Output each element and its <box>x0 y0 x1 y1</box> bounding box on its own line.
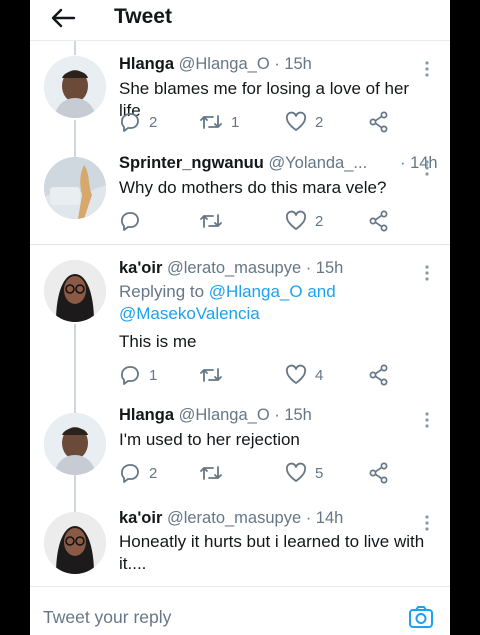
tweet-text-line: it.... <box>119 554 147 573</box>
tweet-text: Honeatly it hurts but i learned to live … <box>119 531 429 575</box>
retweet-count: 1 <box>231 113 240 131</box>
tweet-text-line: Honeatly it hurts but i learned to live … <box>119 532 425 551</box>
tweet-actions: 1 4 <box>119 364 409 386</box>
like-count: 4 <box>315 366 324 384</box>
reply-icon <box>121 366 139 385</box>
reply-input[interactable]: Tweet your reply <box>43 607 171 628</box>
share-button[interactable] <box>369 364 389 386</box>
display-name[interactable]: ka'oir <box>119 509 162 527</box>
back-arrow-icon[interactable] <box>48 6 78 30</box>
replying-to: Replying to @Hlanga_O and @MasekoValenci… <box>119 281 429 325</box>
more-icon[interactable] <box>424 515 430 531</box>
display-name[interactable]: Sprinter_ngwanuu <box>119 154 264 172</box>
display-name[interactable]: Hlanga <box>119 406 174 424</box>
retweet-icon <box>200 214 222 228</box>
reply-icon <box>121 113 139 132</box>
thread-line <box>74 400 76 413</box>
user-handle: @Hlanga_O · 15h <box>178 406 312 424</box>
share-button[interactable] <box>369 462 389 484</box>
share-icon <box>369 210 388 232</box>
like-count: 2 <box>315 113 324 131</box>
avatar[interactable] <box>44 512 106 574</box>
tweet[interactable]: Sprinter_ngwanuu @Yolanda_... · 14h Why … <box>30 140 450 244</box>
reply-button[interactable] <box>119 210 149 232</box>
reply-icon <box>121 212 139 231</box>
tweet-text: Why do mothers do this mara vele? <box>119 178 387 197</box>
share-button[interactable] <box>369 210 389 232</box>
display-name[interactable]: ka'oir <box>119 259 162 277</box>
retweet-button[interactable] <box>199 364 231 386</box>
user-handle: @Hlanga_O · 15h <box>178 55 312 73</box>
share-icon <box>369 111 388 133</box>
user-handle: @lerato_masupye · 14h <box>166 509 344 527</box>
like-button[interactable]: 5 <box>285 462 323 484</box>
reply-button[interactable]: 1 <box>119 364 157 386</box>
tweet-actions: 2 5 <box>119 462 409 484</box>
user-handle: @Yolanda_... <box>268 154 368 172</box>
avatar[interactable] <box>44 56 106 118</box>
more-icon[interactable] <box>424 265 430 281</box>
camera-icon[interactable] <box>408 604 434 630</box>
tweet[interactable]: ka'oir @lerato_masupye · 14h Honeatly it… <box>30 496 450 586</box>
top-bar: Tweet <box>30 0 450 41</box>
retweet-icon <box>200 368 222 382</box>
display-name[interactable]: Hlanga <box>119 55 174 73</box>
thread-line <box>74 120 76 140</box>
more-icon[interactable] <box>424 160 430 176</box>
mention-link[interactable]: @Hlanga_O <box>209 282 303 301</box>
tweet-actions: 2 1 2 <box>119 111 409 133</box>
share-icon <box>369 364 388 386</box>
share-icon <box>369 462 388 484</box>
reply-composer[interactable]: Tweet your reply <box>30 586 450 635</box>
tweet-time: · 14h <box>400 154 438 172</box>
tweet[interactable]: Hlanga @Hlanga_O · 15h She blames me for… <box>30 41 450 140</box>
tweet-text: This is me <box>119 332 197 351</box>
reply-button[interactable]: 2 <box>119 111 157 133</box>
user-handle: @lerato_masupye · 15h <box>166 259 344 277</box>
heart-icon <box>285 462 307 482</box>
reply-icon <box>121 464 139 483</box>
replying-to-label: Replying to <box>119 282 209 301</box>
tweet-thread-screen: Tweet Hlanga @Hlanga_O · 15h She blames … <box>30 0 450 635</box>
reply-button[interactable]: 2 <box>119 462 157 484</box>
like-count: 5 <box>315 464 324 482</box>
reply-count: 1 <box>149 366 158 384</box>
like-button[interactable]: 2 <box>285 111 323 133</box>
avatar[interactable] <box>44 260 106 322</box>
retweet-button[interactable] <box>199 210 231 232</box>
avatar[interactable] <box>44 157 106 219</box>
thread-line <box>74 324 76 401</box>
heart-icon <box>285 210 307 230</box>
tweet-text: I'm used to her rejection <box>119 430 300 449</box>
thread-line <box>74 496 76 512</box>
retweet-icon <box>200 466 222 480</box>
thread-line <box>74 140 76 157</box>
heart-icon <box>285 111 307 131</box>
tweet[interactable]: Hlanga @Hlanga_O · 15h I'm used to her r… <box>30 400 450 496</box>
tweet-actions: 2 <box>119 210 409 232</box>
avatar[interactable] <box>44 413 106 475</box>
like-button[interactable]: 4 <box>285 364 323 386</box>
retweet-button[interactable]: 1 <box>199 111 239 133</box>
like-button[interactable]: 2 <box>285 210 323 232</box>
share-button[interactable] <box>369 111 389 133</box>
reply-count: 2 <box>149 113 158 131</box>
heart-icon <box>285 364 307 384</box>
and-text: and <box>302 282 336 301</box>
thread-line <box>74 475 76 496</box>
retweet-icon <box>200 115 222 129</box>
page-title: Tweet <box>114 5 172 28</box>
tweet[interactable]: ka'oir @lerato_masupye · 15h Replying to… <box>30 244 450 401</box>
like-count: 2 <box>315 212 324 230</box>
reply-count: 2 <box>149 464 158 482</box>
retweet-button[interactable] <box>199 462 231 484</box>
more-icon[interactable] <box>424 412 430 428</box>
more-icon[interactable] <box>424 61 430 77</box>
thread-line <box>74 41 76 55</box>
mention-link[interactable]: @MasekoValencia <box>119 304 260 323</box>
